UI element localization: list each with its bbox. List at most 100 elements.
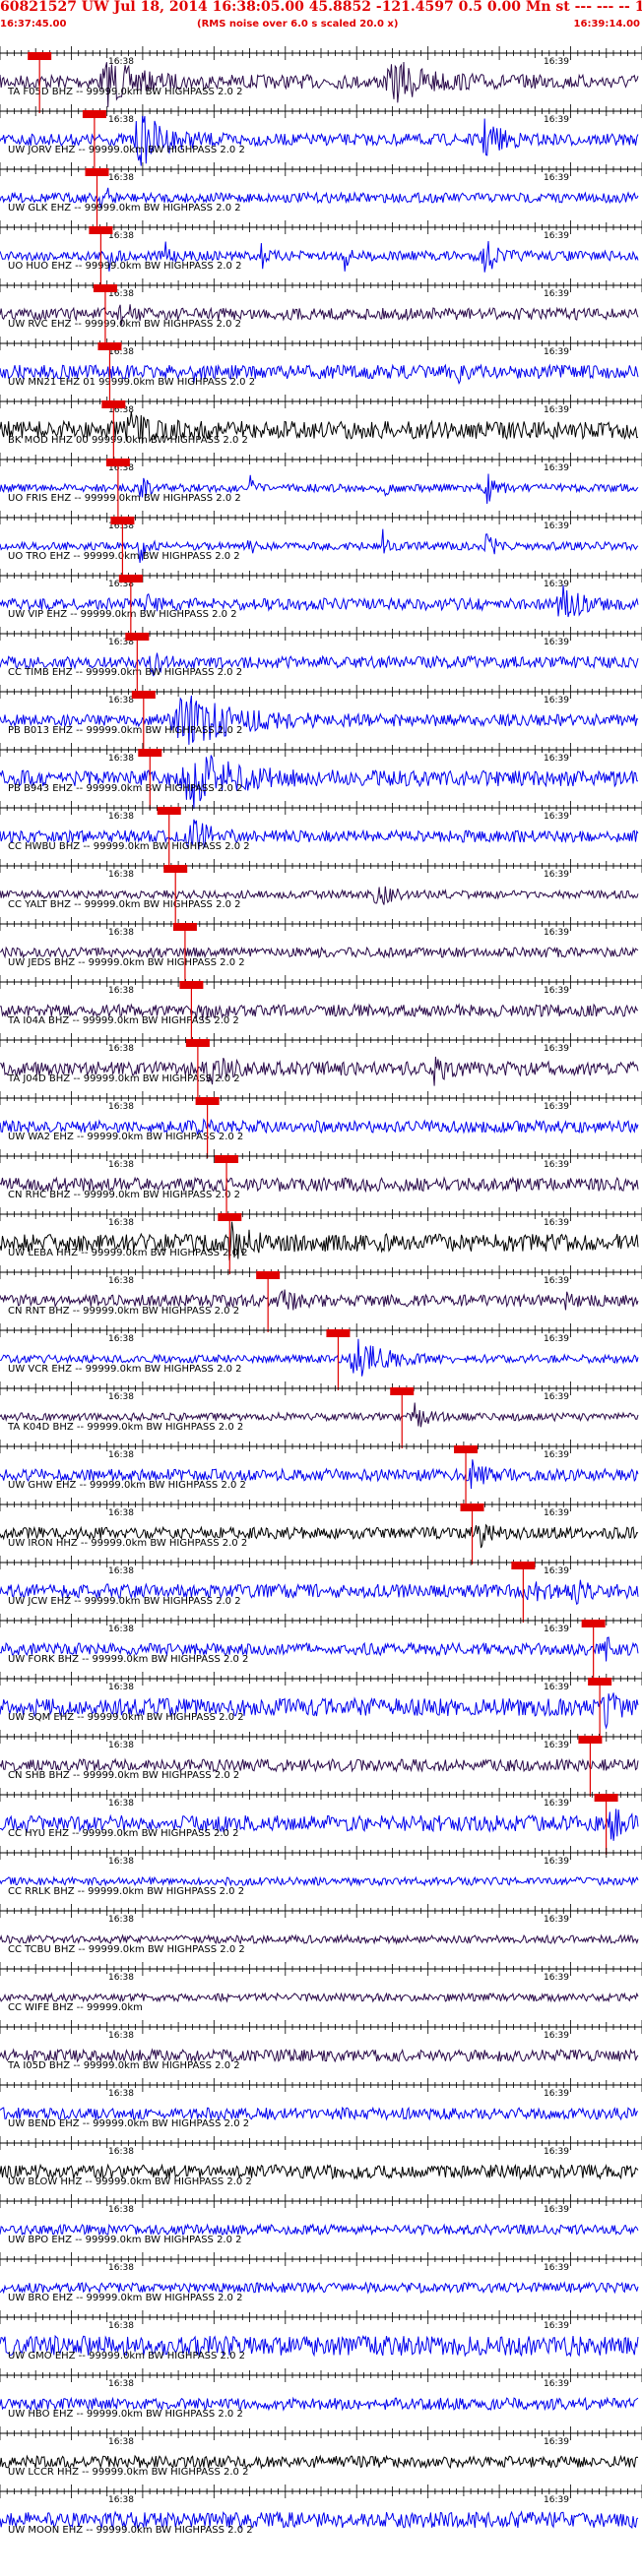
station-label: CC RRLK BHZ -- 99999.0km BW HIGHPASS 2.0… <box>8 1886 244 1897</box>
minute-label: 16:38 <box>108 2379 134 2389</box>
minute-label: 16:39 <box>544 638 569 647</box>
minute-label: 16:39 <box>544 2205 569 2215</box>
minute-label: 16:39 <box>544 696 569 705</box>
minute-label: 16:39 <box>544 231 569 241</box>
station-label: UW VCR EHZ -- 99999.0km BW HIGHPASS 2.0 … <box>8 1364 242 1375</box>
minute-label: 16:39 <box>544 1915 569 1925</box>
waveform-trace <box>0 1875 639 1887</box>
station-label: TA J04D BHZ -- 99999.0km BW HIGHPASS 2.0… <box>7 1073 240 1084</box>
station-label: UO FRIS EHZ -- 99999.0km BW HIGHPASS 2.0… <box>8 493 241 504</box>
minute-label: 16:38 <box>108 1799 134 1809</box>
minute-label: 16:39 <box>544 2089 569 2099</box>
pick-flag <box>125 633 150 641</box>
minute-label: 16:39 <box>544 1566 569 1576</box>
minute-label: 16:38 <box>108 1741 134 1750</box>
station-label: UW GLK EHZ -- 99999.0km BW HIGHPASS 2.0 … <box>8 203 241 214</box>
minute-label: 16:39 <box>544 1392 569 1402</box>
minute-label: 16:38 <box>108 1566 134 1576</box>
minute-label: 16:39 <box>544 405 569 415</box>
station-label: UW GMO EHZ -- 99999.0km BW HIGHPASS 2.0 … <box>8 2351 245 2361</box>
minute-label: 16:38 <box>108 1857 134 1867</box>
station-label: CC YALT BHZ -- 99999.0km BW HIGHPASS 2.0… <box>8 899 241 910</box>
station-label: UW RVC EHZ -- 99999.0km BW HIGHPASS 2.0 … <box>8 319 241 330</box>
minute-label: 16:39 <box>544 2437 569 2447</box>
minute-label: 16:39 <box>544 754 569 764</box>
minute-label: 16:39 <box>544 986 569 996</box>
station-label: UW LEBA HHZ -- 99999.0km BW HIGHPASS 2.0… <box>8 1248 248 1258</box>
minute-label: 16:38 <box>108 1392 134 1402</box>
station-label: TA I05D BHZ -- 99999.0km BW HIGHPASS 2.0… <box>7 2060 240 2071</box>
minute-label: 16:38 <box>108 1508 134 1518</box>
waveform-trace <box>0 755 639 810</box>
pick-flag <box>511 1562 536 1569</box>
station-label: CN RNT BHZ -- 99999.0km BW HIGHPASS 2.0 … <box>8 1306 239 1317</box>
pick-flag <box>85 168 109 176</box>
minute-label: 16:39 <box>544 870 569 880</box>
pick-flag <box>588 1678 612 1686</box>
station-label: PB B013 EHZ -- 99999.0km BW HIGHPASS 2.0… <box>8 725 242 736</box>
minute-label: 16:39 <box>544 289 569 299</box>
station-label: UW IRON HHZ -- 99999.0km BW HIGHPASS 2.0… <box>8 1538 247 1549</box>
pick-flag <box>195 1097 220 1105</box>
minute-label: 16:38 <box>108 2147 134 2157</box>
minute-label: 16:38 <box>108 1915 134 1925</box>
minute-label: 16:38 <box>108 2263 134 2273</box>
pick-flag <box>89 226 113 234</box>
minute-label: 16:39 <box>544 580 569 589</box>
pick-flag <box>581 1620 606 1627</box>
pick-flag <box>82 110 106 118</box>
minute-label: 16:38 <box>108 1044 134 1054</box>
minute-label: 16:38 <box>108 928 134 938</box>
station-label: UW BLOW HHZ -- 99999.0km BW HIGHPASS 2.0… <box>8 2177 252 2187</box>
station-label: TA I04A BHZ -- 99999.0km BW HIGHPASS 2.0… <box>7 1015 239 1026</box>
minute-label: 16:38 <box>108 754 134 764</box>
station-label: UW GHW EHZ -- 99999.0km BW HIGHPASS 2.0 … <box>8 1480 246 1491</box>
minute-label: 16:39 <box>544 1857 569 1867</box>
station-label: UW JEDS BHZ -- 99999.0km BW HIGHPASS 2.0… <box>8 957 245 968</box>
pick-flag <box>93 284 117 292</box>
pick-flag <box>28 52 52 60</box>
waveform-trace <box>0 1933 639 1945</box>
minute-label: 16:38 <box>108 812 134 822</box>
pick-flag <box>256 1271 281 1279</box>
minute-label: 16:39 <box>544 1334 569 1344</box>
station-label: UW VIP EHZ -- 99999.0km BW HIGHPASS 2.0 … <box>8 609 237 620</box>
pick-flag <box>118 575 143 583</box>
station-label: CC WIFE BHZ -- 99999.0km <box>8 2002 143 2013</box>
minute-label: 16:39 <box>544 2495 569 2505</box>
pick-flag <box>215 1155 239 1163</box>
minute-label: 16:39 <box>544 2263 569 2273</box>
minute-label: 16:38 <box>108 2205 134 2215</box>
minute-label: 16:38 <box>108 1625 134 1634</box>
pick-flag <box>578 1736 603 1744</box>
minute-label: 16:38 <box>108 1450 134 1460</box>
station-label: CC TIMB EHZ -- 99999.0km BW HIGHPASS 2.0… <box>8 667 242 678</box>
station-label: UW FORK BHZ -- 99999.0km BW HIGHPASS 2.0… <box>8 1654 248 1665</box>
station-label: UW WA2 EHZ -- 99999.0km BW HIGHPASS 2.0 … <box>8 1132 243 1142</box>
minute-label: 16:38 <box>108 2031 134 2041</box>
station-label: TA F05D BHZ -- 99999.0km BW HIGHPASS 2.0… <box>7 87 242 97</box>
minute-label: 16:38 <box>108 1683 134 1692</box>
minute-label: 16:39 <box>544 347 569 357</box>
minute-label: 16:39 <box>544 1044 569 1054</box>
minute-label: 16:39 <box>544 115 569 125</box>
minute-label: 16:38 <box>108 1218 134 1228</box>
minute-label: 16:39 <box>544 1276 569 1286</box>
minute-label: 16:38 <box>108 696 134 705</box>
minute-label: 16:38 <box>108 2321 134 2331</box>
minute-label: 16:39 <box>544 812 569 822</box>
station-label: UW MN21 EHZ 01 99999.0km BW HIGHPASS 2.0… <box>8 377 255 388</box>
minute-label: 16:39 <box>544 521 569 531</box>
minute-label: 16:39 <box>544 2031 569 2041</box>
station-label: UW BEND EHZ -- 99999.0km BW HIGHPASS 2.0… <box>8 2118 249 2129</box>
station-label: UW BPO EHZ -- 99999.0km BW HIGHPASS 2.0 … <box>8 2235 242 2245</box>
seismogram-plot: 16:38 16:39 TA F05D BHZ -- 99999.0km BW HI… <box>0 46 642 2536</box>
minute-label: 16:38 <box>108 2089 134 2099</box>
pick-flag <box>97 342 122 350</box>
pick-flag <box>110 517 135 524</box>
minute-label: 16:38 <box>108 115 134 125</box>
minute-label: 16:39 <box>544 1741 569 1750</box>
minute-label: 16:38 <box>108 2437 134 2447</box>
minute-label: 16:38 <box>108 1276 134 1286</box>
waveform-trace <box>0 946 639 959</box>
